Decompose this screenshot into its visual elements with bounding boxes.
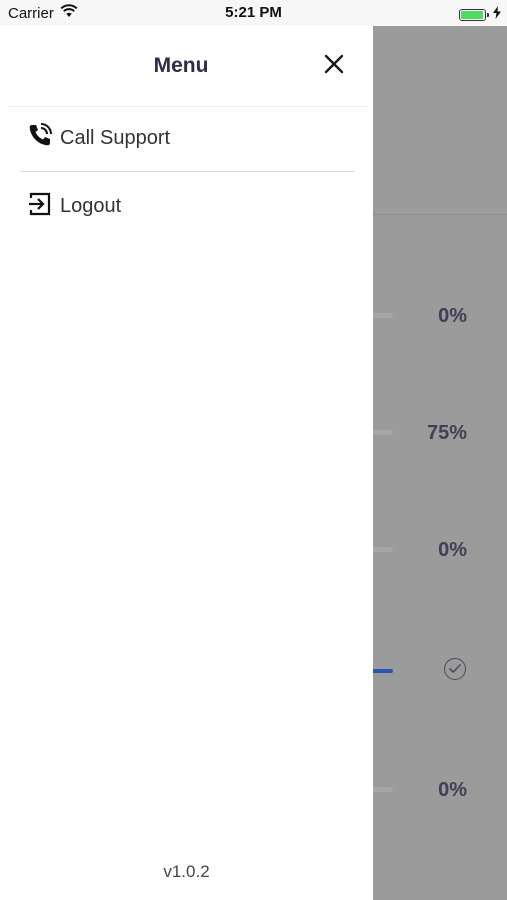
progress-value: 75% (426, 422, 467, 444)
background-divider (373, 214, 507, 215)
drawer-title: Menu (153, 54, 209, 77)
progress-value: 0% (438, 539, 467, 561)
phone-call-icon (27, 122, 53, 148)
app-version: v1.0.2 (163, 862, 210, 881)
menu-item-label: Logout (60, 195, 122, 217)
status-bar-right (459, 6, 501, 23)
progress-track (373, 547, 393, 552)
background-row: 75% (373, 417, 507, 447)
close-button[interactable] (320, 50, 348, 78)
progress-value: 0% (438, 305, 467, 327)
progress-value: 0% (438, 779, 467, 801)
menu-item-label: Call Support (60, 127, 171, 149)
logout-icon (27, 191, 53, 217)
header-divider (8, 106, 368, 107)
progress-track (373, 313, 393, 318)
check-circle-icon (444, 658, 466, 680)
progress-track (373, 787, 393, 792)
drawer-header: Menu (0, 26, 373, 106)
progress-track (373, 430, 393, 435)
close-icon (324, 54, 344, 74)
background-row: 0% (373, 300, 507, 330)
side-drawer: Menu Call Support Logout v1.0.2 (0, 26, 373, 900)
status-bar: Carrier 5:21 PM (0, 0, 507, 26)
background-row: 0% (373, 534, 507, 564)
menu-item-logout[interactable]: Logout (0, 181, 373, 241)
battery-icon (459, 8, 489, 21)
background-row (373, 656, 507, 686)
background-row: 0% (373, 774, 507, 804)
progress-track-complete (373, 669, 393, 673)
charging-icon (493, 6, 501, 23)
menu-item-call-support[interactable]: Call Support (0, 114, 373, 174)
status-time: 5:21 PM (225, 4, 282, 21)
menu-divider (20, 171, 354, 172)
